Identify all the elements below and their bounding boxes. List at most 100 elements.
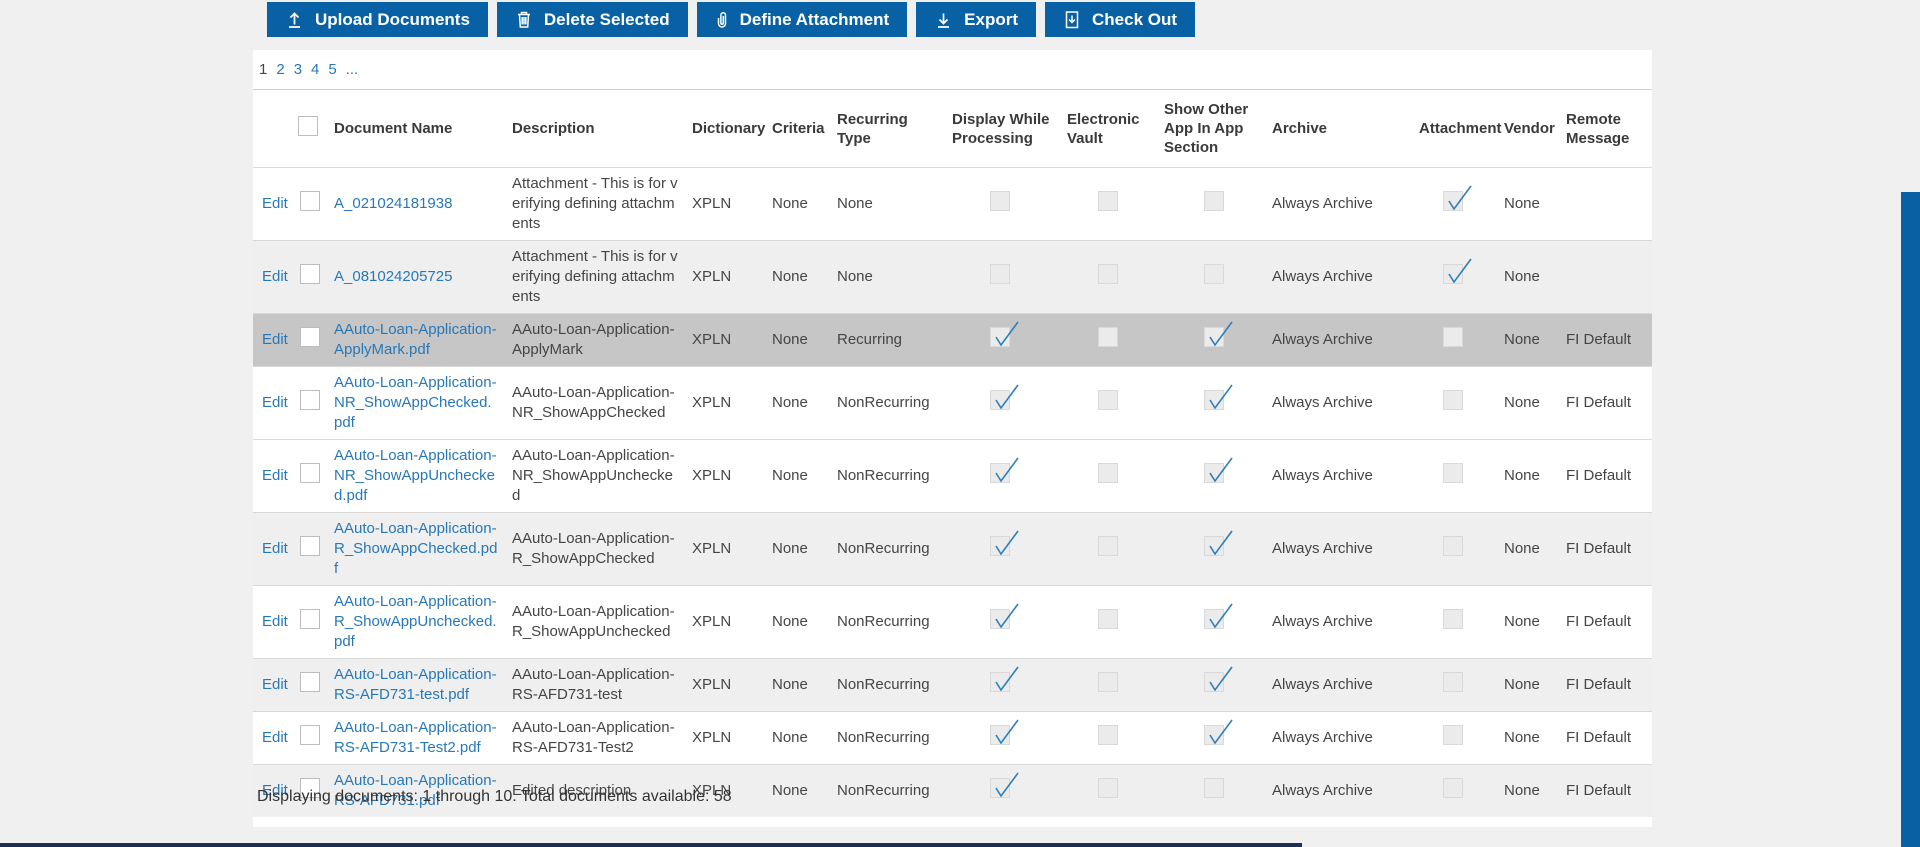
remote-message-cell [1562,168,1652,241]
archive-cell: Always Archive [1268,241,1415,314]
vertical-scrollbar[interactable] [1901,192,1920,847]
row-select-checkbox[interactable] [300,536,320,556]
document-name-link[interactable]: AAuto-Loan-Application-NR_ShowAppChecked… [334,374,497,431]
attachment-checkbox [1443,463,1463,483]
edit-link[interactable]: Edit [262,394,288,411]
archive-cell: Always Archive [1268,765,1415,818]
attachment-checkbox [1443,390,1463,410]
pagination-more[interactable]: ... [346,61,359,78]
dictionary-cell: XPLN [688,513,768,586]
row-select-checkbox[interactable] [300,672,320,692]
show-other-app-checkbox [1204,463,1224,483]
edit-link[interactable]: Edit [262,540,288,557]
pagination-page-3[interactable]: 3 [294,61,302,78]
remote-message-cell: FI Default [1562,765,1652,818]
check-icon [992,319,1022,355]
edit-link[interactable]: Edit [262,195,288,212]
edit-column-header [253,90,296,168]
document-name-link[interactable]: AAuto-Loan-Application-RS-AFD731-Test2.p… [334,719,497,756]
row-select-checkbox[interactable] [300,327,320,347]
check-icon [992,528,1022,564]
remote-message-cell [1562,241,1652,314]
show-other-app-checkbox [1204,327,1224,347]
row-select-checkbox[interactable] [300,390,320,410]
vendor-cell: None [1500,440,1562,513]
column-header-vendor: Vendor [1500,90,1562,168]
define-attachment-button[interactable]: Define Attachment [697,2,908,37]
upload-documents-label: Upload Documents [315,10,470,30]
document-name-link[interactable]: AAuto-Loan-Application-NR_ShowAppUncheck… [334,447,497,504]
vendor-cell: None [1500,367,1562,440]
attachment-checkbox [1443,536,1463,556]
export-button[interactable]: Export [916,2,1036,37]
description-cell: Attachment - This is for verifying defin… [508,241,688,314]
table-row: Edit A_081024205725 Attachment - This is… [253,241,1652,314]
attachment-checkbox [1443,264,1463,284]
pagination-page-5[interactable]: 5 [328,61,336,78]
row-select-checkbox[interactable] [300,609,320,629]
delete-selected-button[interactable]: Delete Selected [497,2,688,37]
row-select-checkbox[interactable] [300,725,320,745]
upload-documents-button[interactable]: Upload Documents [267,2,488,37]
bottom-bar [0,843,1302,847]
edit-link[interactable]: Edit [262,729,288,746]
pagination-page-4[interactable]: 4 [311,61,319,78]
attachment-checkbox [1443,672,1463,692]
table-row: Edit AAuto-Loan-Application-RS-AFD731-te… [253,659,1652,712]
electronic-vault-checkbox [1098,725,1118,745]
pagination-page-2[interactable]: 2 [276,61,284,78]
document-name-link[interactable]: A_021024181938 [334,195,452,212]
check-icon [992,382,1022,418]
edit-link[interactable]: Edit [262,613,288,630]
archive-cell: Always Archive [1268,513,1415,586]
document-name-link[interactable]: A_081024205725 [334,268,452,285]
table-row: Edit AAuto-Loan-Application-R_ShowAppChe… [253,513,1652,586]
show-other-app-checkbox [1204,672,1224,692]
documents-panel: 1 2 3 4 5 ... Document Name Description … [253,50,1652,827]
electronic-vault-checkbox [1098,191,1118,211]
row-select-checkbox[interactable] [300,264,320,284]
dictionary-cell: XPLN [688,314,768,367]
recurring-type-cell: NonRecurring [833,513,948,586]
row-select-checkbox[interactable] [300,463,320,483]
edit-link[interactable]: Edit [262,268,288,285]
recurring-type-cell: Recurring [833,314,948,367]
description-cell: AAuto-Loan-Application-RS-AFD731-Test2 [508,712,688,765]
electronic-vault-checkbox [1098,609,1118,629]
check-icon [1206,664,1236,700]
vendor-cell: None [1500,659,1562,712]
row-select-checkbox[interactable] [300,191,320,211]
criteria-cell: None [768,314,833,367]
document-name-link[interactable]: AAuto-Loan-Application-R_ShowAppUnchecke… [334,593,497,650]
recurring-type-cell: NonRecurring [833,659,948,712]
recurring-type-cell: NonRecurring [833,765,948,818]
display-while-processing-checkbox [990,264,1010,284]
vendor-cell: None [1500,513,1562,586]
electronic-vault-checkbox [1098,264,1118,284]
recurring-type-cell: None [833,241,948,314]
table-row: Edit AAuto-Loan-Application-NR_ShowAppCh… [253,367,1652,440]
dictionary-cell: XPLN [688,168,768,241]
recurring-type-cell: NonRecurring [833,586,948,659]
recurring-type-cell: NonRecurring [833,367,948,440]
document-name-link[interactable]: AAuto-Loan-Application-ApplyMark.pdf [334,321,497,358]
remote-message-cell: FI Default [1562,314,1652,367]
display-while-processing-checkbox [990,463,1010,483]
description-cell: AAuto-Loan-Application-R_ShowAppUnchecke… [508,586,688,659]
electronic-vault-checkbox [1098,463,1118,483]
description-cell: Attachment - This is for verifying defin… [508,168,688,241]
check-out-button[interactable]: Check Out [1045,2,1195,37]
document-name-link[interactable]: AAuto-Loan-Application-R_ShowAppChecked.… [334,520,497,577]
dictionary-cell: XPLN [688,586,768,659]
remote-message-cell: FI Default [1562,659,1652,712]
display-while-processing-checkbox [990,725,1010,745]
edit-link[interactable]: Edit [262,331,288,348]
select-all-checkbox[interactable] [298,116,318,136]
edit-link[interactable]: Edit [262,676,288,693]
table-row: Edit AAuto-Loan-Application-NR_ShowAppUn… [253,440,1652,513]
document-name-link[interactable]: AAuto-Loan-Application-RS-AFD731-test.pd… [334,666,497,703]
documents-table: Document Name Description Dictionary Cri… [253,90,1652,817]
edit-link[interactable]: Edit [262,467,288,484]
attachment-checkbox [1443,327,1463,347]
check-icon [1206,528,1236,564]
